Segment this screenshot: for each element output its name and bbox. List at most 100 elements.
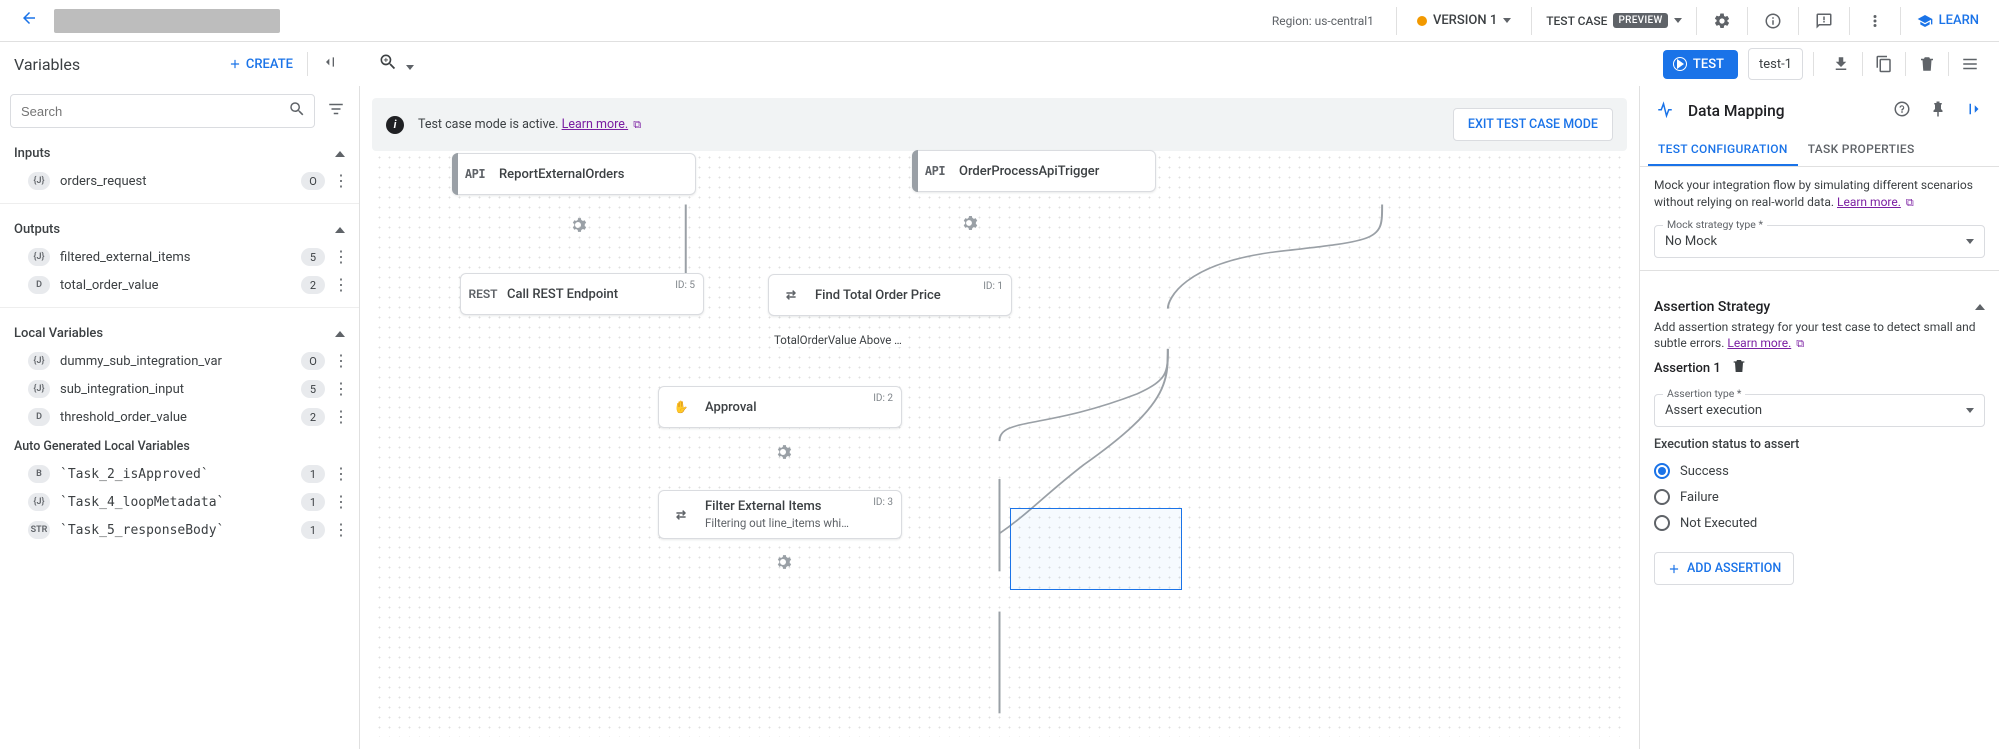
edge-condition-label[interactable]: TotalOrderValue Above … xyxy=(772,333,904,347)
variable-row[interactable]: Dtotal_order_value2⋮ xyxy=(0,271,359,299)
trigger-node-report-external-orders[interactable]: API ReportExternalOrders xyxy=(452,153,696,195)
var-more-menu[interactable]: ⋮ xyxy=(329,379,353,399)
variable-row[interactable]: Dthreshold_order_value2⋮ xyxy=(0,403,359,431)
magnifier-plus-icon xyxy=(378,52,398,72)
logs-button[interactable] xyxy=(1953,47,1987,81)
task-node-find-total[interactable]: ⇄ Find Total Order Price ID: 1 xyxy=(768,274,1012,316)
variable-row[interactable]: {J}`Task_4_loopMetadata`1⋮ xyxy=(0,488,359,516)
info-icon xyxy=(1764,12,1782,30)
task-node-filter-external[interactable]: ⇄ Filter External Items Filtering out li… xyxy=(658,490,902,539)
var-more-menu[interactable]: ⋮ xyxy=(329,407,353,427)
copy-button[interactable] xyxy=(1867,47,1901,81)
var-more-menu[interactable]: ⋮ xyxy=(329,520,353,540)
add-assertion-button[interactable]: ADD ASSERTION xyxy=(1654,552,1794,585)
version-status-dot-icon xyxy=(1417,16,1427,26)
radio-label: Success xyxy=(1680,464,1729,479)
var-more-menu[interactable]: ⋮ xyxy=(329,464,353,484)
delete-assertion-button[interactable] xyxy=(1731,358,1747,378)
tab-task-properties[interactable]: TASK PROPERTIES xyxy=(1798,132,1925,166)
assertion-learn-more-link[interactable]: Learn more. xyxy=(1727,336,1791,350)
search-input[interactable] xyxy=(19,103,288,120)
variables-panel: Inputs {J}orders_requestO⋮ Outputs {J}fi… xyxy=(0,86,360,749)
external-link-icon: ⧉ xyxy=(1796,337,1804,350)
var-more-menu[interactable]: ⋮ xyxy=(329,275,353,295)
create-variable-button[interactable]: CREATE xyxy=(220,51,301,78)
assertion-hint: Add assertion strategy for your test cas… xyxy=(1654,319,1985,353)
radio-success[interactable]: Success xyxy=(1654,458,1985,484)
settings-button[interactable] xyxy=(1705,4,1739,38)
pin-button[interactable] xyxy=(1925,96,1951,126)
back-button[interactable] xyxy=(12,5,46,36)
radio-failure[interactable]: Failure xyxy=(1654,484,1985,510)
var-type-badge: D xyxy=(28,276,50,294)
more-menu-button[interactable] xyxy=(1858,4,1892,38)
feedback-button[interactable] xyxy=(1807,4,1841,38)
test-label: TEST xyxy=(1693,57,1724,72)
inputs-section-header[interactable]: Inputs xyxy=(0,136,359,167)
feedback-icon xyxy=(1815,12,1833,30)
outputs-label: Outputs xyxy=(14,222,60,237)
canvas[interactable]: i Test case mode is active. Learn more. … xyxy=(372,98,1627,737)
learn-button[interactable]: LEARN xyxy=(1909,13,1987,29)
outputs-section-header[interactable]: Outputs xyxy=(0,212,359,243)
var-more-menu[interactable]: ⋮ xyxy=(329,351,353,371)
var-more-menu[interactable]: ⋮ xyxy=(329,171,353,191)
radio-not-executed[interactable]: Not Executed xyxy=(1654,510,1985,536)
variable-row[interactable]: {J}filtered_external_items5⋮ xyxy=(0,243,359,271)
download-button[interactable] xyxy=(1824,47,1858,81)
trigger-node-order-process[interactable]: API OrderProcessApiTrigger xyxy=(912,150,1156,192)
task-node-call-rest[interactable]: REST Call REST Endpoint ID: 5 xyxy=(460,273,704,315)
chevron-up-icon xyxy=(1975,304,1985,310)
chevron-up-icon xyxy=(335,227,345,233)
preview-badge: PREVIEW xyxy=(1613,13,1667,28)
assertion-type-value: Assert execution xyxy=(1665,403,1966,418)
node-title: Approval xyxy=(705,400,757,415)
var-more-menu[interactable]: ⋮ xyxy=(329,492,353,512)
tab-test-configuration[interactable]: TEST CONFIGURATION xyxy=(1648,132,1798,166)
expand-panel-button[interactable] xyxy=(1961,96,1987,126)
locals-section-header[interactable]: Local Variables xyxy=(0,316,359,347)
assertion-strategy-header[interactable]: Assertion Strategy xyxy=(1654,283,1985,319)
edge-gear-icon[interactable] xyxy=(569,216,587,234)
variable-row[interactable]: {J}dummy_sub_integration_varO⋮ xyxy=(0,347,359,375)
variable-row[interactable]: {J}orders_requestO⋮ xyxy=(0,167,359,195)
var-usage-count: 1 xyxy=(301,521,325,539)
task-node-approval[interactable]: ✋ Approval ID: 2 xyxy=(658,386,902,428)
info-button[interactable] xyxy=(1756,4,1790,38)
var-type-badge: {J} xyxy=(28,352,50,370)
node-title: Filter External Items xyxy=(705,499,849,514)
filter-button[interactable] xyxy=(323,96,349,127)
testcase-selector[interactable]: TEST CASE PREVIEW xyxy=(1540,13,1687,28)
api-icon: API xyxy=(463,162,487,186)
radio-label: Failure xyxy=(1680,490,1719,505)
var-more-menu[interactable]: ⋮ xyxy=(329,247,353,267)
variables-search-box[interactable] xyxy=(10,94,315,128)
run-test-button[interactable]: TEST xyxy=(1663,50,1738,79)
var-usage-count: 2 xyxy=(301,408,325,426)
variable-row[interactable]: {J}sub_integration_input5⋮ xyxy=(0,375,359,403)
edge-gear-icon[interactable] xyxy=(774,553,792,571)
variables-title: Variables xyxy=(14,55,220,74)
assertion-type-label: Assertion type * xyxy=(1663,387,1745,400)
mock-learn-more-link[interactable]: Learn more. xyxy=(1837,195,1901,209)
help-button[interactable] xyxy=(1889,96,1915,126)
gear-icon xyxy=(1713,12,1731,30)
banner-text: Test case mode is active. Learn more. ⧉ xyxy=(418,117,641,132)
exit-testcase-button[interactable]: EXIT TEST CASE MODE xyxy=(1453,108,1613,141)
collapse-panel-button[interactable] xyxy=(314,48,346,80)
variable-row[interactable]: STR`Task_5_responseBody`1⋮ xyxy=(0,516,359,544)
banner-learn-more-link[interactable]: Learn more. xyxy=(562,117,629,132)
delete-button[interactable] xyxy=(1910,47,1944,81)
testcase-name-dropdown[interactable]: test-1 xyxy=(1748,48,1803,80)
version-selector[interactable]: VERSION 1 xyxy=(1405,13,1523,28)
edge-gear-icon[interactable] xyxy=(774,443,792,461)
node-title: Call REST Endpoint xyxy=(507,287,618,302)
edge-gear-icon[interactable] xyxy=(960,214,978,232)
mock-hint: Mock your integration flow by simulating… xyxy=(1654,177,1985,211)
zoom-control[interactable] xyxy=(370,46,422,82)
assertion-type-dropdown[interactable]: Assertion type * Assert execution xyxy=(1654,394,1985,427)
mock-strategy-dropdown[interactable]: Mock strategy type * No Mock xyxy=(1654,225,1985,258)
integration-title-placeholder xyxy=(54,9,280,33)
variable-row[interactable]: B`Task_2_isApproved`1⋮ xyxy=(0,460,359,488)
var-type-badge: {J} xyxy=(28,248,50,266)
